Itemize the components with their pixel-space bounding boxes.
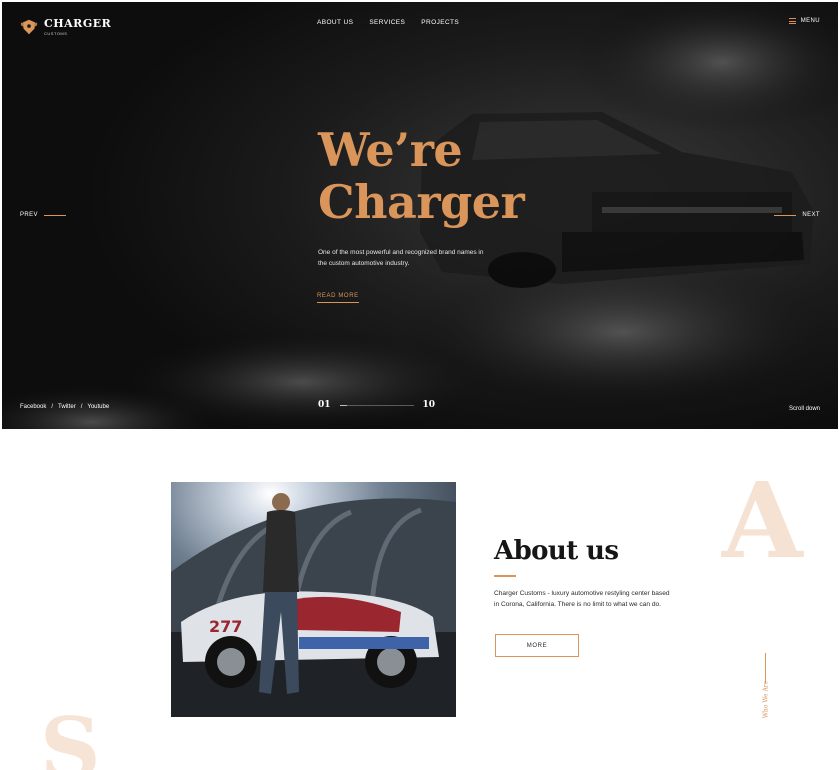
more-button[interactable]: MORE <box>495 634 579 657</box>
next-arrow-line <box>774 214 797 216</box>
decorative-letter-a: A <box>722 459 803 582</box>
slide-progress-track[interactable] <box>339 404 414 406</box>
about-description: Charger Customs - luxury automotive rest… <box>494 590 670 608</box>
about-title-underline <box>494 575 516 577</box>
nav-projects[interactable]: PROJECTS <box>421 19 459 26</box>
hero-title-line-1: We’re <box>318 123 463 177</box>
twitter-link[interactable]: Twitter <box>58 404 76 410</box>
menu-button[interactable]: MENU <box>788 18 820 24</box>
social-separator: / <box>80 404 83 410</box>
main-nav: ABOUT US SERVICES PROJECTS <box>317 19 459 26</box>
shield-wing-icon <box>20 19 38 35</box>
next-label: NEXT <box>802 212 820 218</box>
nav-services[interactable]: SERVICES <box>369 19 405 26</box>
slide-pager: 01 10 <box>318 400 435 410</box>
car-photo-image: 277 <box>171 482 456 717</box>
hero-section: CHARGER CUSTOMS ABOUT US SERVICES PROJEC… <box>2 2 838 429</box>
decorative-letter-s: S <box>40 699 101 770</box>
slide-current: 01 <box>318 400 331 410</box>
facebook-link[interactable]: Facebook <box>20 404 46 410</box>
prev-arrow-line <box>43 214 66 216</box>
next-slide-button[interactable]: NEXT <box>774 212 820 218</box>
brand-logo[interactable]: CHARGER CUSTOMS <box>20 18 111 36</box>
hero-title-line-2: Charger <box>318 175 525 229</box>
read-more-link[interactable]: READ MORE <box>317 293 359 303</box>
social-separator: / <box>51 404 54 410</box>
hero-description: One of the most powerful and recognized … <box>318 249 484 267</box>
hero-title: We’re Charger <box>318 123 525 229</box>
menu-label: MENU <box>800 18 820 24</box>
nav-about-us[interactable]: ABOUT US <box>317 19 353 26</box>
youtube-link[interactable]: Youtube <box>87 404 109 410</box>
slide-total: 10 <box>422 400 436 410</box>
brand-subtitle: CUSTOMS <box>44 31 68 36</box>
hamburger-icon <box>788 18 796 24</box>
prev-slide-button[interactable]: PREV <box>20 212 66 218</box>
brand-name: CHARGER <box>44 17 112 30</box>
svg-text:277: 277 <box>209 617 242 636</box>
slide-progress-fill <box>339 404 347 406</box>
scroll-down-link[interactable]: Scroll down <box>789 406 820 412</box>
social-links: Facebook / Twitter / Youtube <box>20 404 109 410</box>
about-photo: 277 <box>171 482 456 717</box>
prev-label: PREV <box>20 212 38 218</box>
about-title: About us <box>494 536 619 566</box>
side-label: Who We Are <box>762 680 770 719</box>
